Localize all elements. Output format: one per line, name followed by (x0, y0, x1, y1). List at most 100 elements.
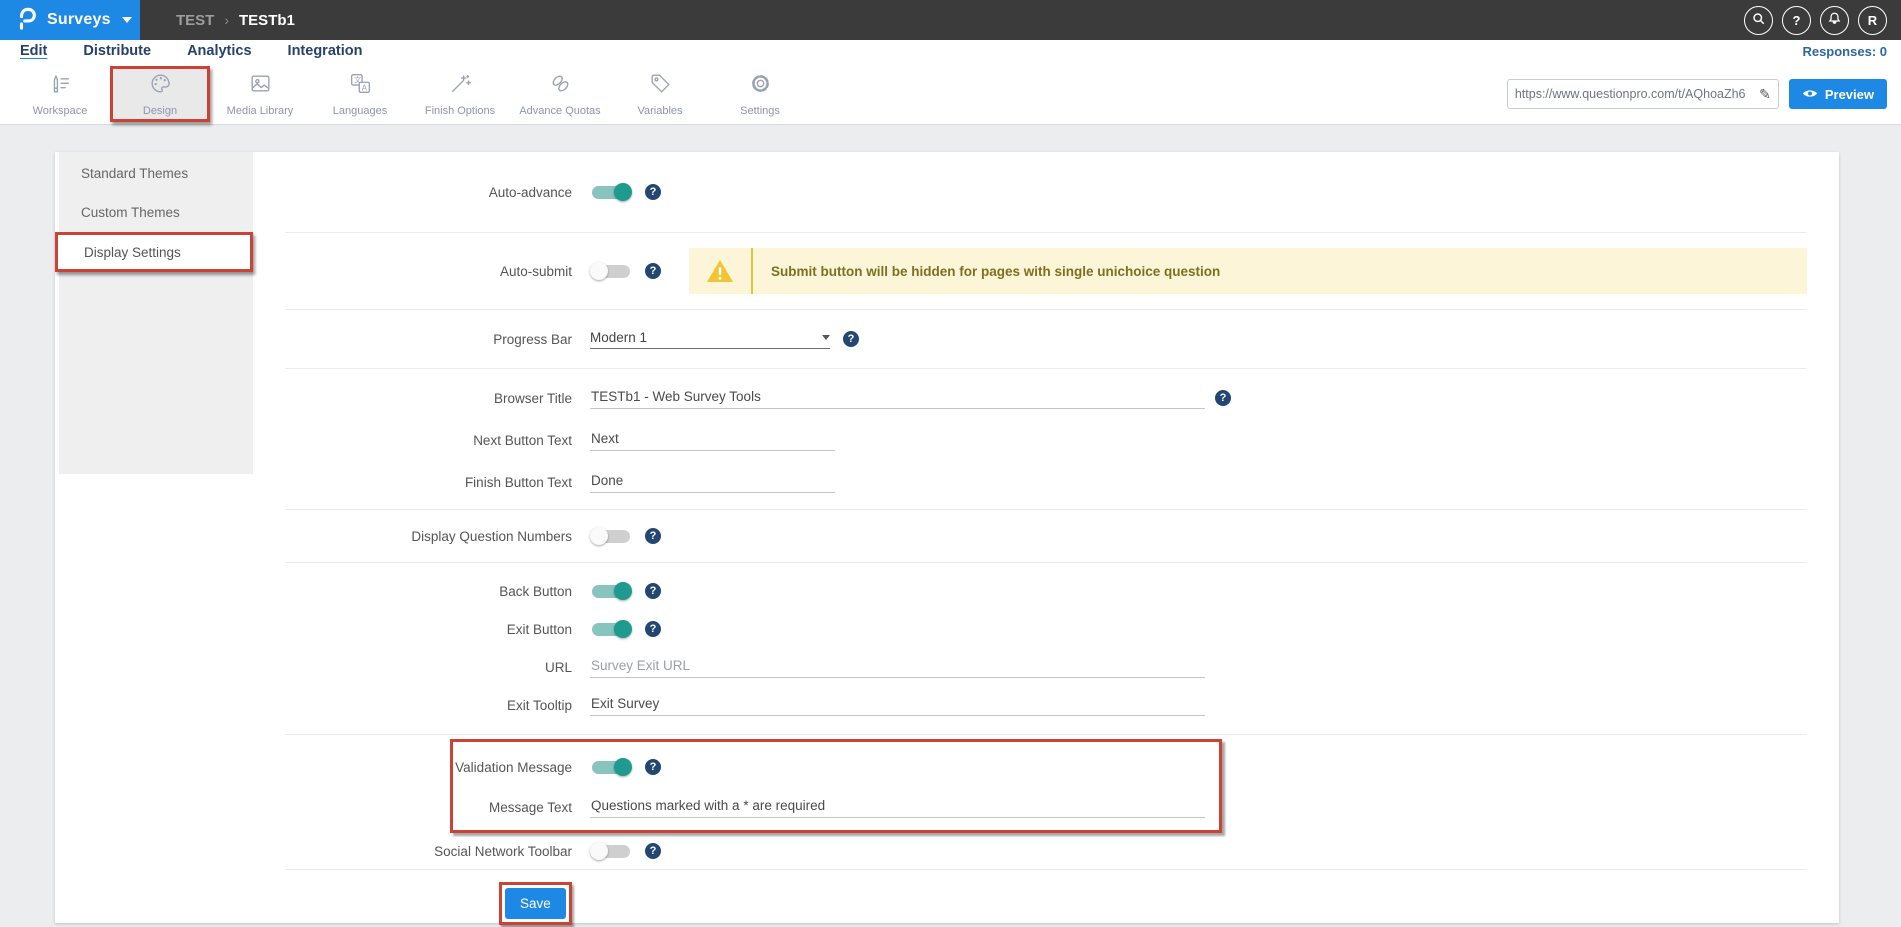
auto-advance-toggle[interactable] (590, 183, 632, 201)
help-button[interactable]: ? (1782, 6, 1811, 35)
next-button-text-label: Next Button Text (253, 433, 590, 448)
toolbar-item-media-library[interactable]: Media Library (210, 66, 310, 122)
display-question-numbers-label: Display Question Numbers (253, 529, 590, 544)
responses-count[interactable]: Responses: 0 (1802, 44, 1887, 59)
notifications-button[interactable] (1820, 6, 1849, 35)
search-icon (1751, 11, 1766, 29)
sidebar-item-display-settings[interactable]: Display Settings (55, 232, 253, 272)
edit-url-icon[interactable]: ✎ (1759, 86, 1771, 103)
exit-tooltip-row: Exit Tooltip (253, 686, 1807, 724)
auto-advance-label: Auto-advance (253, 185, 590, 200)
toolbar-item-languages[interactable]: 文A Languages (310, 66, 410, 122)
social-network-toolbar-row: Social Network Toolbar ? (253, 833, 1807, 869)
display-question-numbers-row: Display Question Numbers ? (253, 510, 1807, 562)
warning-text: Submit button will be hidden for pages w… (753, 264, 1220, 279)
advance-quotas-icon (548, 71, 573, 101)
help-icon[interactable]: ? (843, 331, 859, 347)
back-button-label: Back Button (253, 584, 590, 599)
auto-advance-row: Auto-advance ? (253, 152, 1807, 232)
auto-submit-label: Auto-submit (253, 264, 590, 279)
survey-url-box: https://www.questionpro.com/t/AQhoaZh6 ✎ (1507, 79, 1779, 109)
brand-label: Surveys (47, 11, 111, 29)
nav-tabbar: Edit Distribute Analytics Integration Re… (0, 40, 1901, 63)
browser-title-input[interactable] (590, 387, 1205, 409)
variables-icon (648, 71, 673, 101)
auto-submit-toggle[interactable] (590, 262, 632, 280)
help-icon[interactable]: ? (1215, 390, 1231, 406)
exit-button-toggle[interactable] (590, 620, 632, 638)
avatar[interactable]: R (1858, 6, 1887, 35)
topbar-actions: ? R (1744, 0, 1901, 40)
help-icon[interactable]: ? (645, 583, 661, 599)
save-button[interactable]: Save (505, 888, 566, 919)
back-button-row: Back Button ? (253, 572, 1807, 610)
edit-toolbar: Workspace Design Media Library 文A Langua… (0, 63, 1901, 125)
exit-button-label: Exit Button (253, 622, 590, 637)
svg-text:A: A (361, 83, 367, 92)
toolbar-item-settings[interactable]: Settings (710, 66, 810, 122)
questionpro-logo-icon (16, 5, 38, 36)
progress-bar-label: Progress Bar (253, 332, 590, 347)
chevron-down-icon (122, 17, 132, 23)
chevron-down-icon (822, 335, 830, 340)
top-bar: Surveys TEST › TESTb1 ? R (0, 0, 1901, 40)
exit-url-input[interactable] (590, 656, 1205, 678)
social-network-toolbar-toggle[interactable] (590, 842, 632, 860)
sidebar-item-custom-themes[interactable]: Custom Themes (59, 193, 253, 232)
tab-analytics[interactable]: Analytics (187, 43, 251, 61)
breadcrumb-parent[interactable]: TEST (176, 12, 214, 29)
exit-tooltip-input[interactable] (590, 694, 1205, 716)
help-icon[interactable]: ? (645, 843, 661, 859)
auto-submit-row: Auto-submit ? Submit button will be hidd… (253, 233, 1807, 309)
progress-bar-row: Progress Bar Modern 1 ? (253, 310, 1807, 368)
display-question-numbers-toggle[interactable] (590, 527, 632, 545)
social-network-toolbar-label: Social Network Toolbar (253, 844, 590, 859)
tab-edit[interactable]: Edit (20, 43, 47, 61)
breadcrumb-separator: › (224, 12, 229, 28)
finish-button-text-label: Finish Button Text (253, 475, 590, 490)
tab-integration[interactable]: Integration (288, 43, 363, 61)
exit-url-label: URL (253, 660, 590, 675)
toolbar-item-design[interactable]: Design (110, 66, 210, 122)
settings-icon (748, 71, 773, 101)
breadcrumb: TEST › TESTb1 (140, 0, 1744, 40)
avatar-initial: R (1868, 13, 1877, 28)
workspace-icon (48, 71, 73, 101)
message-text-label: Message Text (253, 800, 590, 815)
surveys-menu[interactable]: Surveys (0, 0, 140, 40)
finish-button-text-input[interactable] (590, 471, 835, 493)
exit-url-row: URL (253, 648, 1807, 686)
help-icon[interactable]: ? (645, 759, 661, 775)
progress-bar-select[interactable]: Modern 1 (590, 330, 830, 349)
languages-icon: 文A (348, 71, 373, 101)
validation-message-row: Validation Message ? (253, 747, 1807, 787)
design-panel: Standard Themes Custom Themes Display Se… (55, 152, 1839, 923)
help-icon[interactable]: ? (645, 184, 661, 200)
preview-button[interactable]: Preview (1789, 79, 1887, 109)
finish-options-icon (448, 71, 473, 101)
search-button[interactable] (1744, 6, 1773, 35)
next-button-text-input[interactable] (590, 429, 835, 451)
toolbar-item-variables[interactable]: Variables (610, 66, 710, 122)
finish-button-text-row: Finish Button Text (253, 461, 1807, 503)
validation-section: Validation Message ? Message Text (253, 735, 1807, 833)
back-button-toggle[interactable] (590, 582, 632, 600)
next-button-text-row: Next Button Text (253, 419, 1807, 461)
message-text-input[interactable] (590, 796, 1205, 818)
help-icon[interactable]: ? (645, 528, 661, 544)
save-annotation-box: Save (499, 882, 572, 925)
eye-icon (1802, 87, 1818, 102)
help-icon[interactable]: ? (645, 263, 661, 279)
toolbar-item-finish-options[interactable]: Finish Options (410, 66, 510, 122)
toolbar-item-advance-quotas[interactable]: Advance Quotas (510, 66, 610, 122)
validation-message-toggle[interactable] (590, 758, 632, 776)
toolbar-item-workspace[interactable]: Workspace (10, 66, 110, 122)
help-icon[interactable]: ? (645, 621, 661, 637)
warning-icon (689, 258, 751, 284)
help-icon: ? (1793, 13, 1801, 28)
tab-distribute[interactable]: Distribute (83, 43, 151, 61)
browser-title-label: Browser Title (253, 391, 590, 406)
sidebar-item-standard-themes[interactable]: Standard Themes (59, 154, 253, 193)
design-sidebar: Standard Themes Custom Themes Display Se… (59, 152, 253, 474)
survey-url[interactable]: https://www.questionpro.com/t/AQhoaZh6 (1515, 87, 1755, 101)
